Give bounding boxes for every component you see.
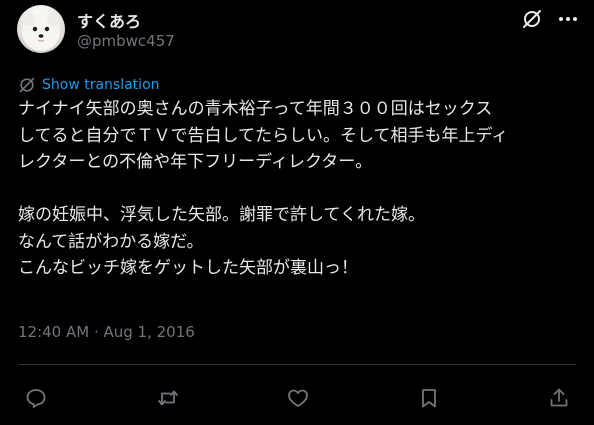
share-button[interactable] <box>546 385 572 411</box>
grok-slash-icon[interactable] <box>521 8 543 30</box>
tweet-line: ナイナイ矢部の奥さんの青木裕子って年間３００回はセックス <box>18 99 493 119</box>
like-icon <box>288 389 308 407</box>
show-translation-link[interactable]: Show translation <box>42 77 160 93</box>
tweet-text: ナイナイ矢部の奥さんの青木裕子って年間３００回はセックス してると自分でＴＶで告… <box>18 96 588 282</box>
tweet-line <box>18 176 588 203</box>
tweet-line: なんて話がわかる嫁だ。 <box>18 231 204 252</box>
show-translation[interactable]: Show translation <box>18 76 160 94</box>
white-pomeranian-dog-avatar <box>22 12 60 51</box>
bookmark-icon <box>422 389 436 408</box>
bookmark-button[interactable] <box>416 385 442 411</box>
avatar[interactable] <box>17 5 65 53</box>
user-handle[interactable]: @pmbwc457 <box>77 32 175 50</box>
tweet-timestamp[interactable]: 12:40 AM · Aug 1, 2016 <box>18 323 195 341</box>
tweet-line: レクターとの不倫や年下フリーディレクター。 <box>18 152 373 172</box>
like-button[interactable] <box>285 385 311 411</box>
retweet-icon <box>158 390 178 406</box>
retweet-button[interactable] <box>155 385 181 411</box>
display-name[interactable]: すくあろ <box>77 8 141 32</box>
reply-button[interactable] <box>23 385 49 411</box>
share-icon <box>550 388 568 407</box>
divider <box>18 364 576 365</box>
more-options-icon[interactable] <box>557 8 579 30</box>
tweet-line: こんなビッチ嫁をゲットした矢部が裏山っ！ <box>18 258 358 278</box>
tweet-line: 嫁の妊娠中、浮気した矢部。謝罪で許してくれた嫁。 <box>18 205 425 225</box>
grok-slash-icon <box>19 77 35 93</box>
tweet-line: してると自分でＴＶで告白してたらしい。そして相手も年上ディ <box>18 125 509 146</box>
reply-icon <box>26 389 46 408</box>
